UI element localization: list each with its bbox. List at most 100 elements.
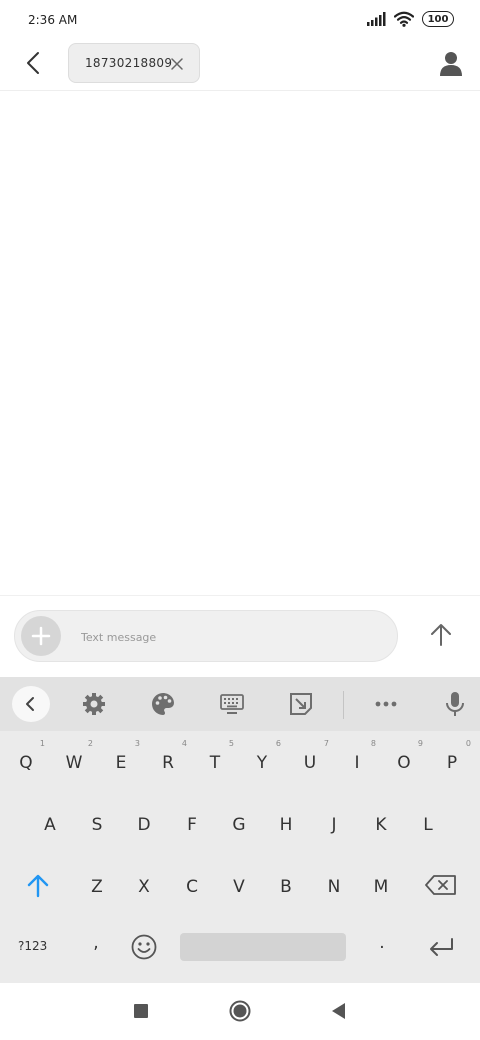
plus-icon: [31, 626, 51, 646]
palette-icon: [152, 693, 174, 715]
send-button[interactable]: [428, 622, 454, 648]
backspace-key[interactable]: [424, 873, 458, 897]
backspace-icon: [425, 875, 456, 895]
shift-key[interactable]: [20, 867, 56, 903]
back-button[interactable]: [20, 48, 50, 78]
recent-apps-button[interactable]: [129, 999, 153, 1023]
keyboard-toolbar: [0, 677, 480, 731]
key-h[interactable]: H: [266, 795, 306, 845]
key-o[interactable]: O9: [384, 733, 424, 783]
resize-button[interactable]: [288, 691, 314, 717]
keyboard: Q1 W2 E3 R4 T5 Y6 U7 I8 O9 P0 A S D F G …: [0, 677, 480, 983]
key-label: K: [375, 815, 387, 835]
close-icon: [171, 58, 183, 70]
key-k[interactable]: K: [361, 795, 401, 845]
key-hint: 8: [370, 739, 376, 748]
key-label: Q: [19, 753, 33, 773]
navigation-bar: [0, 983, 480, 1040]
key-hint: 0: [465, 739, 471, 748]
status-time: 2:36 AM: [28, 13, 78, 27]
key-y[interactable]: Y6: [242, 733, 282, 783]
key-x[interactable]: X: [124, 857, 164, 907]
signal-icon: [367, 12, 386, 26]
key-label: I: [354, 753, 360, 773]
key-label: C: [186, 877, 198, 897]
battery-icon: 100: [422, 11, 454, 27]
more-button[interactable]: [373, 691, 399, 717]
key-label: P: [446, 753, 458, 773]
comma-key[interactable]: ,: [76, 913, 116, 963]
spacebar[interactable]: [180, 933, 346, 961]
key-d[interactable]: D: [124, 795, 164, 845]
key-n[interactable]: N: [314, 857, 354, 907]
key-p[interactable]: P0: [432, 733, 472, 783]
key-label: H: [279, 815, 293, 835]
nav-back-button[interactable]: [327, 999, 351, 1023]
key-label: S: [91, 815, 103, 835]
key-r[interactable]: R4: [148, 733, 188, 783]
keyboard-layout-button[interactable]: [219, 691, 245, 717]
key-label: R: [162, 753, 174, 773]
keyboard-icon: [220, 694, 244, 714]
key-hint: 4: [181, 739, 187, 748]
voice-input-button[interactable]: [442, 691, 468, 717]
key-a[interactable]: A: [30, 795, 70, 845]
key-g[interactable]: G: [219, 795, 259, 845]
period-key[interactable]: .: [362, 913, 402, 963]
microphone-icon: [446, 692, 464, 716]
key-label: .: [379, 933, 385, 953]
key-f[interactable]: F: [172, 795, 212, 845]
more-icon: [375, 701, 397, 707]
key-z[interactable]: Z: [77, 857, 117, 907]
compose-box: [14, 610, 398, 662]
chevron-left-icon: [26, 697, 34, 711]
key-hint: 2: [87, 739, 93, 748]
back-arrow-icon: [27, 52, 39, 74]
key-label: A: [44, 815, 56, 835]
status-bar: 2:36 AM 100: [0, 0, 480, 40]
key-b[interactable]: B: [266, 857, 306, 907]
key-l[interactable]: L: [408, 795, 448, 845]
key-s[interactable]: S: [77, 795, 117, 845]
enter-key[interactable]: [426, 935, 456, 959]
key-label: E: [115, 753, 127, 773]
key-label: O: [397, 753, 411, 773]
key-t[interactable]: T5: [195, 733, 235, 783]
key-c[interactable]: C: [172, 857, 212, 907]
key-q[interactable]: Q1: [6, 733, 46, 783]
message-list: [0, 91, 480, 595]
remove-recipient-button[interactable]: [169, 56, 185, 72]
key-hint: 1: [39, 739, 45, 748]
wifi-icon: [394, 11, 414, 27]
key-hint: 9: [417, 739, 423, 748]
back-icon: [332, 1003, 345, 1019]
key-hint: 3: [134, 739, 140, 748]
key-i[interactable]: I8: [337, 733, 377, 783]
emoji-icon: [131, 934, 157, 960]
recipient-chip[interactable]: 18730218809: [68, 43, 200, 83]
key-w[interactable]: W2: [54, 733, 94, 783]
message-input[interactable]: [79, 625, 383, 649]
key-u[interactable]: U7: [290, 733, 330, 783]
settings-button[interactable]: [81, 691, 107, 717]
symbols-key[interactable]: ?123: [18, 939, 47, 953]
key-label: J: [331, 815, 337, 835]
toolbar-collapse-button[interactable]: [12, 686, 50, 722]
emoji-key[interactable]: [130, 933, 158, 961]
key-label: M: [373, 877, 389, 897]
home-button[interactable]: [228, 999, 252, 1023]
contact-button[interactable]: [438, 50, 464, 78]
key-e[interactable]: E3: [101, 733, 141, 783]
key-m[interactable]: M: [361, 857, 401, 907]
attach-button[interactable]: [21, 616, 61, 656]
key-label: Z: [91, 877, 103, 897]
key-j[interactable]: J: [314, 795, 354, 845]
key-label: T: [209, 753, 221, 773]
theme-button[interactable]: [150, 691, 176, 717]
key-v[interactable]: V: [219, 857, 259, 907]
recipient-number: 18730218809: [85, 56, 173, 70]
home-icon: [229, 1000, 251, 1022]
key-hint: 6: [275, 739, 281, 748]
enter-icon: [430, 938, 453, 956]
key-label: F: [187, 815, 197, 835]
